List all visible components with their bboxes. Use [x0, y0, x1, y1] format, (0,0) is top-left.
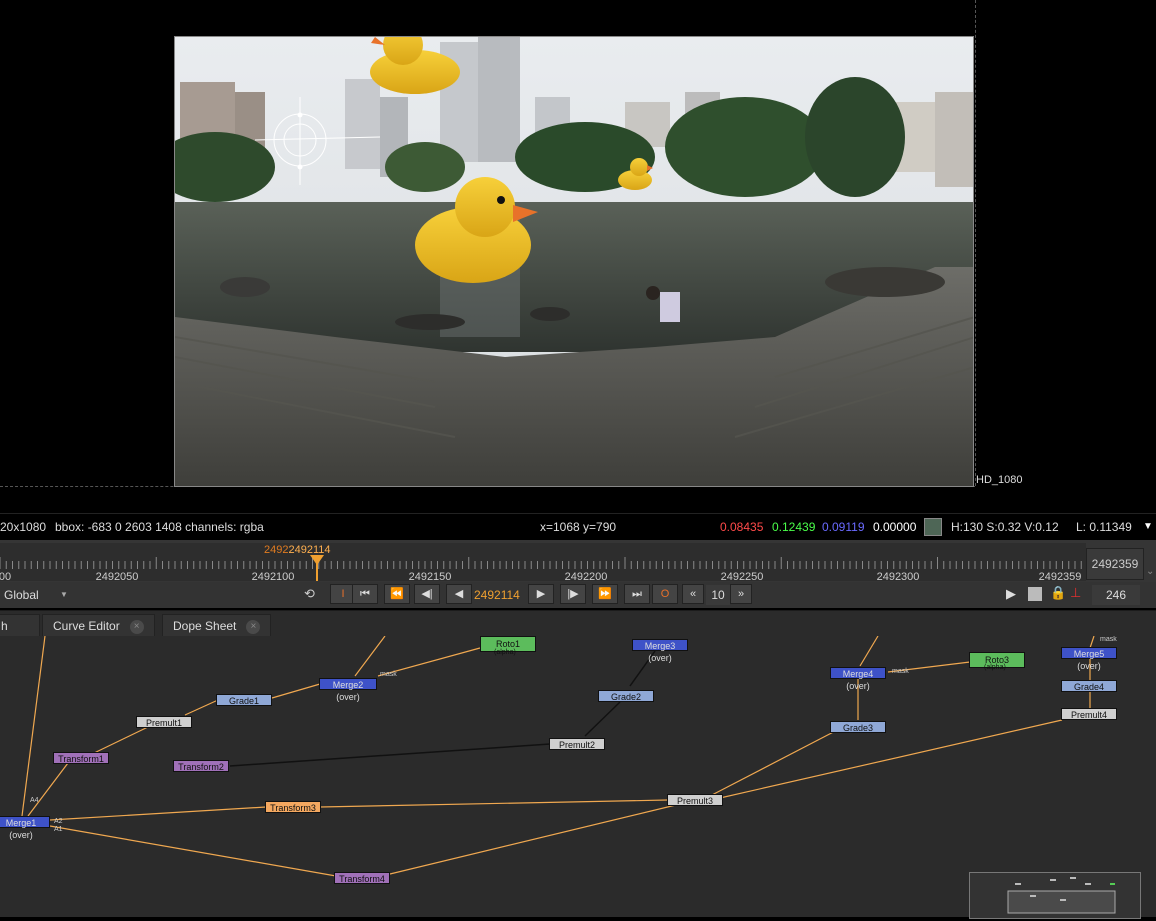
viewer-info-bar: 20x1080 bbox: -683 0 2603 1408 channels:…	[0, 513, 1156, 540]
merge5-node[interactable]: Merge5 (over)	[1061, 647, 1117, 671]
out-point-button[interactable]: O	[652, 584, 678, 604]
grade2-node[interactable]: Grade2	[598, 690, 654, 702]
play-backward-button[interactable]: ◀	[446, 584, 472, 604]
tab-label: Dope Sheet	[173, 619, 237, 633]
viewer-image[interactable]	[174, 36, 974, 487]
grade3-node[interactable]: Grade3	[830, 721, 886, 733]
transform3-node[interactable]: Transform3	[265, 801, 321, 813]
premult2-node[interactable]: Premult2	[549, 738, 605, 750]
next-keyframe-button[interactable]: ⏩	[592, 584, 618, 604]
mask-input-label: mask	[380, 671, 397, 678]
merge3-node[interactable]: Merge3 (over)	[632, 639, 688, 663]
capture-icon[interactable]	[1028, 587, 1042, 601]
step-forward-button[interactable]: »	[730, 584, 752, 604]
prev-frame-button[interactable]: ◀|	[414, 584, 440, 604]
frame-ruler[interactable]: 00 2492050 2492100 2492150 2492200 24922…	[0, 543, 1086, 583]
end-frame-field[interactable]: 2492359	[1086, 548, 1144, 580]
node-sublabel: (alpha)	[984, 664, 1006, 671]
sync-icon[interactable]: ⟲	[304, 586, 315, 602]
transform2-node[interactable]: Transform2	[173, 760, 229, 772]
proxy-icon[interactable]: ⊥	[1070, 585, 1081, 601]
premult1-node[interactable]: Premult1	[136, 716, 192, 728]
chevron-down-icon[interactable]: ⌄	[1146, 566, 1154, 577]
input-pin-label: A1	[54, 826, 63, 833]
prev-keyframe-button[interactable]: ⏪	[384, 584, 410, 604]
green-value: 0.12439	[772, 520, 816, 534]
premult4-node[interactable]: Premult4	[1061, 708, 1117, 720]
close-icon[interactable]: ×	[129, 619, 144, 634]
first-frame-button[interactable]: ⏮	[352, 584, 378, 604]
merge2-node[interactable]: Merge2 (over)	[319, 678, 377, 702]
graph-minimap[interactable]	[969, 872, 1141, 919]
tab-label: Curve Editor	[53, 619, 120, 633]
tab-node-graph[interactable]: h×	[0, 614, 40, 656]
luminance-readout: L: 0.11349	[1076, 520, 1132, 534]
viewer-bbox-line	[975, 0, 976, 486]
mask-input-label: mask	[892, 668, 909, 675]
chevron-down-icon[interactable]: ▼	[1143, 514, 1153, 540]
tab-label: h	[1, 619, 8, 633]
current-frame-overlay-b: 2492114	[288, 544, 331, 556]
red-value: 0.08435	[720, 520, 764, 534]
pixel-coords: x=1068 y=790	[540, 520, 617, 534]
current-frame-overlay: 24922492114	[264, 544, 331, 556]
format-label: HD_1080	[976, 474, 1023, 486]
ruler-ticks	[0, 555, 1082, 581]
last-frame-button[interactable]: ⏭	[624, 584, 650, 604]
tab-dope-sheet[interactable]: Dope Sheet ×	[162, 614, 272, 636]
tab-curve-editor[interactable]: Curve Editor ×	[42, 614, 155, 636]
step-back-button[interactable]: «	[682, 584, 704, 604]
node-sublabel: (alpha)	[494, 649, 516, 656]
frame-increment-field[interactable]: 10	[706, 585, 730, 605]
merge4-node[interactable]: Merge4 (over)	[830, 667, 886, 691]
format-readout: 20x1080	[0, 520, 47, 534]
input-pin-label: A4	[30, 797, 39, 804]
current-frame-overlay-a: 2492	[264, 544, 289, 556]
next-frame-button[interactable]: |▶	[560, 584, 586, 604]
grade1-node[interactable]: Grade1	[216, 694, 272, 706]
merge1-node[interactable]: Merge1 (over)	[0, 816, 50, 840]
node-label: Roto1	[495, 639, 521, 649]
close-icon[interactable]: ×	[246, 619, 261, 634]
composited-image	[175, 37, 973, 486]
transform4-node[interactable]: Transform4	[334, 872, 390, 884]
fps-field[interactable]: 246	[1092, 585, 1140, 605]
hsv-readout: H:130 S:0.32 V:0.12	[951, 520, 1059, 534]
play-forward-button[interactable]: ▶	[528, 584, 554, 604]
frame-range-value: Global	[4, 588, 39, 602]
alpha-value: 0.00000	[873, 520, 917, 534]
transform1-node[interactable]: Transform1	[53, 752, 109, 764]
current-frame-field[interactable]: 2492114	[474, 585, 524, 605]
blue-value: 0.09119	[822, 520, 865, 534]
mask-input-label: mask	[1100, 636, 1117, 643]
flipbook-icon[interactable]: ▶	[1006, 586, 1016, 602]
input-pin-label: A2	[54, 818, 63, 825]
minimap-preview	[1007, 877, 1116, 914]
color-swatch	[924, 518, 942, 536]
bbox-readout: bbox: -683 0 2603 1408 channels: rgba	[55, 520, 264, 534]
chevron-down-icon: ▼	[60, 590, 68, 599]
premult3-node[interactable]: Premult3	[667, 794, 723, 806]
frame-range-select[interactable]: Global ▼	[4, 585, 68, 605]
grade4-node[interactable]: Grade4	[1061, 680, 1117, 692]
lock-icon[interactable]: 🔒	[1050, 585, 1066, 601]
